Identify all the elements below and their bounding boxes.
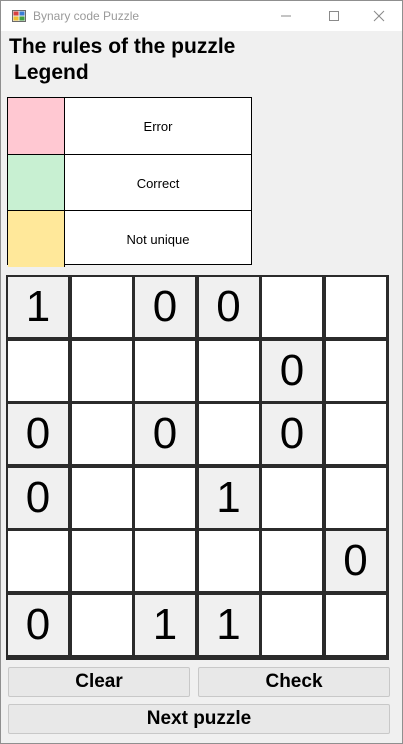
board-cell: 0 [135,277,195,337]
board-cell[interactable] [262,594,322,655]
board-cell[interactable] [8,340,68,401]
board-cell: 1 [135,594,195,655]
board-cell[interactable] [198,531,259,591]
board-cell[interactable] [71,467,132,528]
board-cell: 0 [8,594,68,655]
board-cell[interactable] [71,340,132,401]
board-cell[interactable] [135,340,195,401]
maximize-icon [329,11,339,21]
board-cell: 0 [262,340,322,401]
board-cell: 0 [135,404,195,464]
board-cell[interactable] [262,277,322,337]
close-icon [373,10,385,22]
board-cell[interactable] [135,467,195,528]
maximize-button[interactable] [311,1,357,31]
app-icon [12,10,26,22]
board-cell[interactable] [325,340,386,401]
legend-table: Error Correct Not unique [7,97,252,267]
legend-row-not-unique: Not unique [8,210,251,267]
legend-label-error: Error [143,118,173,134]
board-cell: 0 [8,404,68,464]
board-cell: 1 [8,277,68,337]
board-cell[interactable] [71,531,132,591]
legend-row-error: Error [8,98,251,154]
puzzle-board: 1000000010011 [6,275,389,660]
board-cell: 0 [8,467,68,528]
board-cell[interactable] [325,277,386,337]
legend-swatch-error [8,98,65,154]
legend-row-correct: Correct [8,154,251,211]
board-cell[interactable] [71,594,132,655]
next-puzzle-button[interactable]: Next puzzle [8,704,390,734]
window-title: Bynary code Puzzle [33,9,140,23]
close-button[interactable] [356,1,402,31]
board-cell[interactable] [198,404,259,464]
board-cell[interactable] [71,404,132,464]
title-bar: Bynary code Puzzle [1,1,402,31]
board-cell: 1 [198,467,259,528]
board-cell: 0 [262,404,322,464]
check-button[interactable]: Check [198,667,390,697]
board-cell[interactable] [262,531,322,591]
rules-link[interactable]: The rules of the puzzle [9,35,235,59]
board-cell[interactable] [325,594,386,655]
board-cell[interactable] [325,404,386,464]
board-cell: 0 [325,531,386,591]
legend-label-not-unique: Not unique [126,231,190,247]
legend-label-correct: Correct [136,175,180,191]
legend-swatch-not-unique [8,211,65,267]
board-cell: 1 [198,594,259,655]
board-cell[interactable] [71,277,132,337]
minimize-icon [281,15,291,17]
clear-button[interactable]: Clear [8,667,190,697]
board-cell: 0 [198,277,259,337]
legend-title: Legend [14,61,89,84]
minimize-button[interactable] [263,1,309,31]
app-window: Bynary code Puzzle The rules of the puzz… [0,0,403,744]
board-cell[interactable] [325,467,386,528]
board-cell[interactable] [8,531,68,591]
legend-swatch-correct [8,155,65,211]
board-cell[interactable] [135,531,195,591]
board-cell[interactable] [262,467,322,528]
board-cell[interactable] [198,340,259,401]
